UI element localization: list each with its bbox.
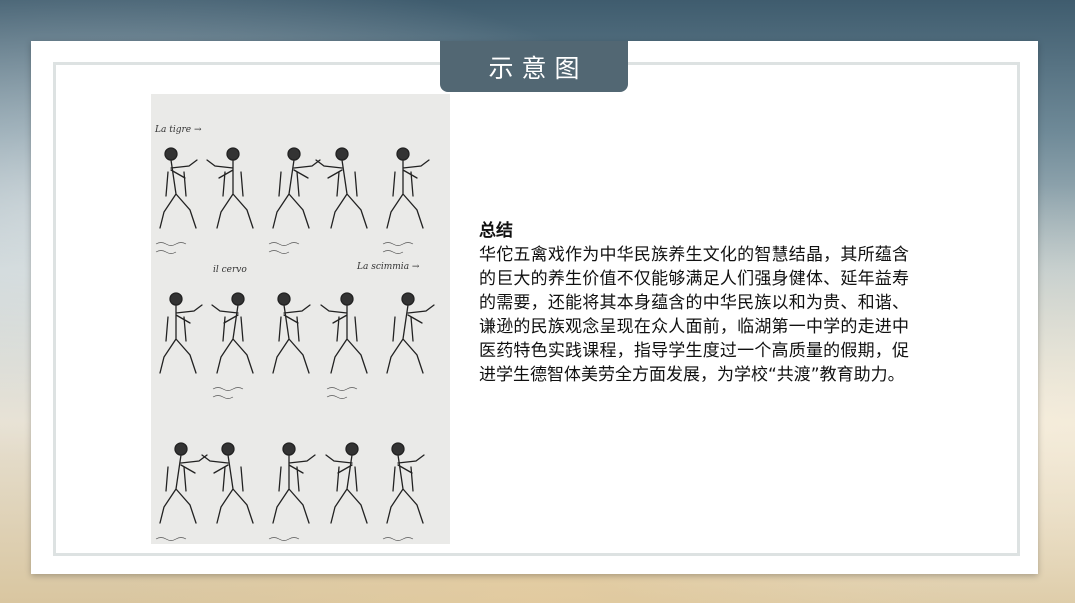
summary-block: 总结 华佗五禽戏作为中华民族养生文化的智慧结晶，其所蕴含的巨大的养生价值不仅能够… xyxy=(479,219,909,387)
wuqinxi-illustration: La tigre → il cervo La scimmia → xyxy=(151,94,450,544)
label-deer: il cervo xyxy=(213,265,247,275)
slide-title-tab: 示意图 xyxy=(440,41,628,92)
slide-title: 示意图 xyxy=(488,53,588,83)
label-monkey: La scimmia → xyxy=(356,262,420,272)
summary-body: 华佗五禽戏作为中华民族养生文化的智慧结晶，其所蕴含的巨大的养生价值不仅能够满足人… xyxy=(479,245,909,385)
slide-card: 示意图 La tigre → il cervo La scimmia → 总结 … xyxy=(31,41,1038,574)
label-tiger: La tigre → xyxy=(154,125,202,135)
summary-title: 总结 xyxy=(479,221,513,241)
